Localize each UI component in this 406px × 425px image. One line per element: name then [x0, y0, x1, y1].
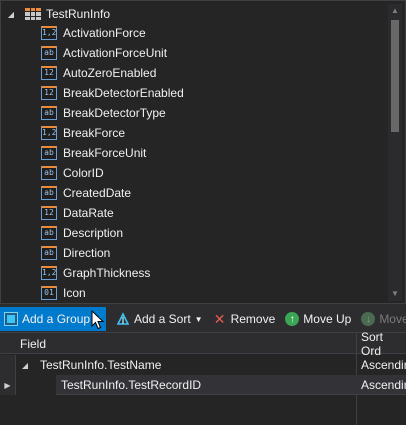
- sort-order-cell[interactable]: Ascendin: [361, 375, 406, 395]
- text-type-icon: ab: [41, 246, 57, 260]
- tree-field-item[interactable]: 1,2 ActivationForce: [41, 23, 381, 43]
- grid-header: Field Sort Ord: [0, 330, 406, 358]
- tree-field-item[interactable]: ab CreatedDate: [41, 183, 381, 203]
- field-item-label: DataRate: [63, 206, 114, 220]
- tree-field-item[interactable]: 1,2 BreakForce: [41, 123, 381, 143]
- row-selector[interactable]: ▶: [0, 375, 16, 395]
- field-item-label: ActivationForce: [63, 26, 146, 40]
- sort-group-toolbar: Add a Group ▼ Add a Sort ▼ ✕ Remove ↑ Mo…: [0, 306, 406, 332]
- field-item-label: AutoZeroEnabled: [63, 66, 157, 80]
- tree-field-item[interactable]: ab Description: [41, 223, 381, 243]
- vertical-scrollbar[interactable]: ▲ ▼: [388, 4, 402, 301]
- text-type-icon: ab: [41, 146, 57, 160]
- collapse-arrow-icon[interactable]: ◢: [5, 4, 17, 24]
- table-row[interactable]: ◢ TestRunInfo.TestName Ascendin: [0, 355, 406, 375]
- tree-field-item[interactable]: ab Direction: [41, 243, 381, 263]
- scroll-down-arrow-icon[interactable]: ▼: [388, 287, 402, 301]
- text-type-icon: ab: [41, 46, 57, 60]
- move-down-label: Move: [379, 312, 406, 326]
- remove-button[interactable]: ✕ Remove: [209, 308, 280, 330]
- field-item-label: Icon: [63, 286, 86, 300]
- sort-icon: [116, 312, 130, 326]
- field-item-label: Direction: [63, 246, 111, 260]
- remove-x-icon: ✕: [213, 310, 226, 327]
- move-up-button[interactable]: ↑ Move Up: [281, 308, 355, 330]
- collapse-arrow-icon[interactable]: ◢: [22, 355, 28, 375]
- tree-field-item[interactable]: ab ActivationForceUnit: [41, 43, 381, 63]
- tree-root-node[interactable]: ◢ TestRunInfo: [5, 4, 110, 24]
- field-item-label: ColorID: [63, 166, 104, 180]
- binary-type-icon: 01: [41, 286, 57, 300]
- scroll-up-arrow-icon[interactable]: ▲: [388, 4, 402, 18]
- remove-label: Remove: [230, 312, 276, 326]
- chevron-down-icon[interactable]: ▼: [195, 315, 203, 324]
- arrow-up-icon: ↑: [285, 312, 300, 326]
- text-type-icon: ab: [41, 166, 57, 180]
- field-item-label: BreakForce: [63, 126, 126, 140]
- field-item-label: ActivationForceUnit: [63, 46, 168, 60]
- add-sort-button[interactable]: Add a Sort ▼: [112, 308, 207, 330]
- tree-field-item[interactable]: 12 BreakDetectorEnabled: [41, 83, 381, 103]
- add-group-label: Add a Group: [22, 312, 91, 326]
- field-tree-panel: ◢ TestRunInfo 1,2 ActivationForce ab Act…: [0, 0, 406, 304]
- tree-field-item[interactable]: 12 AutoZeroEnabled: [41, 63, 381, 83]
- text-type-icon: ab: [41, 106, 57, 120]
- numeric-type-icon: 1,2: [41, 266, 57, 280]
- tree-field-item[interactable]: ab BreakDetectorType: [41, 103, 381, 123]
- field-cell: TestRunInfo.TestName: [40, 358, 162, 372]
- field-item-label: CreatedDate: [63, 186, 132, 200]
- sort-grid: Field Sort Ord ◢ TestRunInfo.TestName As…: [0, 330, 406, 425]
- tree-field-item[interactable]: 1,2 GraphThickness: [41, 263, 381, 283]
- text-type-icon: ab: [41, 226, 57, 240]
- text-type-icon: ab: [41, 186, 57, 200]
- numeric-type-icon: 1,2: [41, 26, 57, 40]
- tree-root-label: TestRunInfo: [46, 7, 111, 21]
- table-icon: [25, 8, 41, 20]
- field-item-label: GraphThickness: [63, 266, 151, 280]
- field-list: 1,2 ActivationForce ab ActivationForceUn…: [41, 23, 381, 303]
- column-header-field[interactable]: Field: [20, 333, 46, 354]
- arrow-down-icon: ↓: [361, 312, 376, 326]
- integer-type-icon: 12: [41, 206, 57, 220]
- field-item-label: BreakDetectorType: [63, 106, 166, 120]
- field-item-label: BreakForceUnit: [63, 146, 147, 160]
- scrollbar-thumb[interactable]: [391, 20, 399, 132]
- field-item-label: Description: [63, 226, 124, 240]
- tree-field-item[interactable]: ab ColorID: [41, 163, 381, 183]
- tree-field-item[interactable]: 12 DataRate: [41, 203, 381, 223]
- sort-order-cell[interactable]: Ascendin: [361, 355, 406, 375]
- field-cell: TestRunInfo.TestRecordID: [61, 378, 202, 392]
- add-sort-label: Add a Sort: [133, 312, 191, 326]
- tree-field-item[interactable]: 01 Icon: [41, 283, 381, 303]
- move-down-button[interactable]: ↓ Move: [357, 308, 406, 330]
- column-header-sort-order[interactable]: Sort Ord: [361, 330, 406, 358]
- add-group-icon: [4, 312, 18, 326]
- row-selector[interactable]: [0, 355, 16, 375]
- field-item-label: BreakDetectorEnabled: [63, 86, 184, 100]
- integer-type-icon: 12: [41, 66, 57, 80]
- tree-field-item[interactable]: ab BreakForceUnit: [41, 143, 381, 163]
- move-up-label: Move Up: [303, 312, 352, 326]
- table-row[interactable]: ▶ TestRunInfo.TestRecordID Ascendin: [0, 375, 406, 395]
- numeric-type-icon: 1,2: [41, 126, 57, 140]
- integer-type-icon: 12: [41, 86, 57, 100]
- mouse-cursor-icon: [91, 310, 105, 330]
